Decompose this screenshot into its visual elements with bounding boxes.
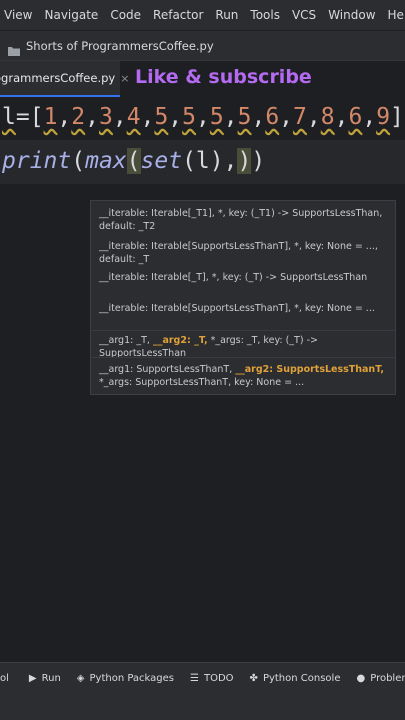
popup-divider [91, 357, 395, 358]
menu-vcs[interactable]: VCS [292, 8, 316, 22]
menu-tools[interactable]: Tools [250, 8, 280, 22]
toolwindow-run[interactable]: ▶ Run [29, 673, 61, 684]
code-line-1: l=[1,2,3,4,5,5,5,5,6,7,8,6,9] [2, 104, 404, 130]
menu-code[interactable]: Code [110, 8, 141, 22]
parameter-info-popup: __iterable: Iterable[_T1], *, key: (_T1)… [90, 200, 396, 395]
window-title-bar: Shorts of ProgrammersCoffee.py [0, 30, 405, 60]
tab-close-icon[interactable]: × [120, 72, 129, 85]
toolwindow-label: Python Packages [89, 673, 175, 684]
toolwindow-label: ol [0, 673, 9, 684]
toolwindow-problems[interactable]: ● Problems [356, 673, 405, 684]
list-icon: ☰ [190, 673, 199, 684]
param-signature-4: __iterable: Iterable[SupportsLessThanT],… [99, 303, 375, 314]
folder-icon [8, 41, 20, 56]
python-icon: ✤ [249, 673, 258, 684]
editor-tab-bar: ogrammersCoffee.py × Like & subscribe [0, 60, 405, 98]
toolwindow-label: Problems [370, 673, 405, 684]
editor-tab[interactable]: ogrammersCoffee.py × [0, 61, 129, 97]
param-signature-6: __arg1: SupportsLessThanT, __arg2: Suppo… [99, 364, 384, 388]
editor-tab-label: ogrammersCoffee.py [0, 71, 116, 85]
menu-navigate[interactable]: Navigate [44, 8, 98, 22]
status-bar [0, 694, 405, 720]
packages-icon: ◈ [76, 673, 85, 684]
menu-view[interactable]: View [4, 8, 32, 22]
menu-bar: View Navigate Code Refactor Run Tools VC… [0, 0, 405, 30]
window-title: Shorts of ProgrammersCoffee.py [26, 38, 214, 53]
code-line-2: print(max(set(l),)) [2, 148, 266, 174]
play-icon: ▶ [28, 673, 37, 684]
menu-help[interactable]: Help [388, 8, 405, 22]
toolwindow-python-console[interactable]: ✤ Python Console [250, 673, 341, 684]
menu-run[interactable]: Run [215, 8, 238, 22]
menu-window[interactable]: Window [328, 8, 375, 22]
param-signature-2: __iterable: Iterable[SupportsLessThanT],… [99, 241, 378, 265]
like-subscribe-overlay: Like & subscribe [135, 66, 312, 88]
toolwindow-label: Python Console [262, 673, 341, 684]
menu-refactor[interactable]: Refactor [153, 8, 203, 22]
popup-divider [91, 330, 395, 331]
toolwindow-todo[interactable]: ☰ TODO [190, 673, 234, 684]
info-icon: ● [356, 673, 366, 684]
param-signature-1: __iterable: Iterable[_T1], *, key: (_T1)… [99, 208, 383, 232]
toolwindow-truncated[interactable]: ol [0, 673, 9, 684]
tool-window-bar: ol ▶ Run ◈ Python Packages ☰ TODO ✤ Pyth… [0, 662, 405, 694]
toolwindow-python-packages[interactable]: ◈ Python Packages [77, 673, 174, 684]
param-signature-3: __iterable: Iterable[_T], *, key: (_T) -… [99, 272, 368, 283]
toolwindow-label: Run [41, 673, 61, 684]
toolwindow-label: TODO [203, 673, 234, 684]
